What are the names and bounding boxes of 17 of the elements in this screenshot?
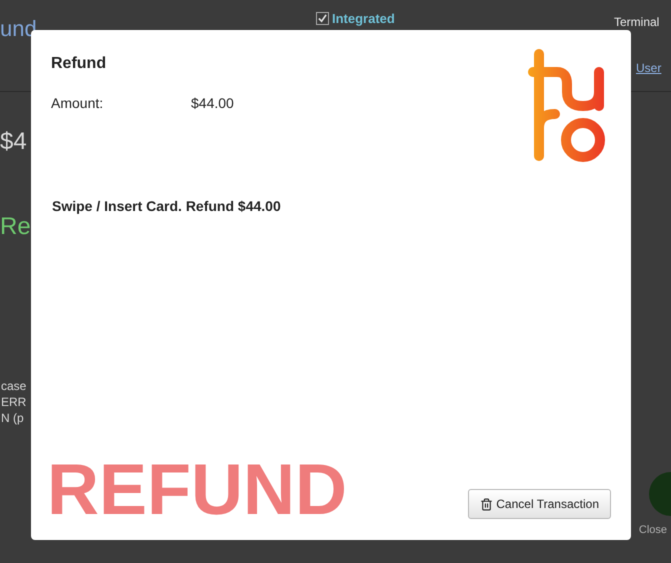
amount-text: $4 — [0, 128, 27, 155]
trash-icon — [480, 498, 494, 510]
log-line: N (p — [1, 410, 25, 426]
checkbox-label: Integrated — [332, 12, 395, 25]
instruction-text: Swipe / Insert Card. Refund $44.00 — [51, 197, 282, 216]
terminal-label: Terminal — [614, 14, 660, 31]
close-label[interactable]: Close — [638, 516, 671, 538]
dialog-title: Refund — [51, 54, 108, 74]
check-icon — [318, 14, 327, 23]
status-text: Re — [0, 213, 31, 240]
refund-label: REFUND — [47, 454, 347, 526]
checkbox[interactable] — [316, 12, 329, 25]
cancel-button[interactable]: Cancel Transaction — [468, 489, 611, 519]
log-line: case — [1, 378, 28, 394]
amount-label: Amount: — [51, 94, 104, 113]
log-line: ERR — [1, 394, 28, 410]
amount-value: $44.00 — [191, 94, 234, 113]
